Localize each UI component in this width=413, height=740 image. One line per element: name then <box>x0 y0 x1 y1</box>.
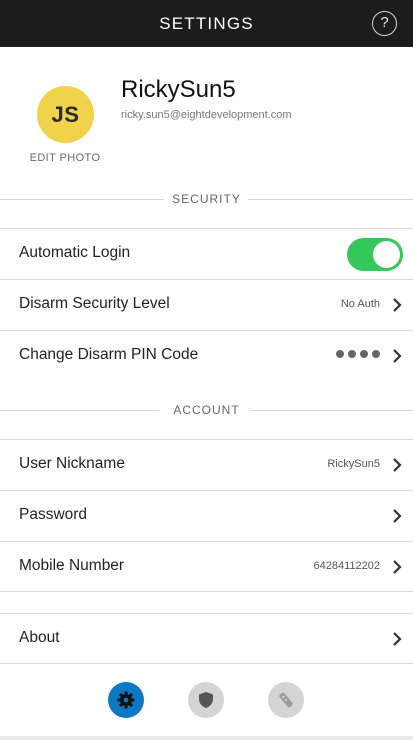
row-label: Mobile Number <box>19 557 125 574</box>
chevron-right-icon <box>393 458 402 472</box>
help-button[interactable]: ? <box>372 11 397 36</box>
row-label: Disarm Security Level <box>19 295 170 312</box>
tab-security[interactable] <box>188 682 224 718</box>
pin-dot <box>348 350 356 358</box>
pin-dot <box>372 350 380 358</box>
section-header-account: ACCOUNT <box>0 399 413 421</box>
row-value: No Auth <box>340 298 380 310</box>
row-label: Change Disarm PIN Code <box>19 346 199 363</box>
section-header-security: SECURITY <box>0 188 413 210</box>
row-label: Automatic Login <box>19 244 131 261</box>
chevron-right-icon <box>393 349 402 363</box>
username: RickySun5 <box>121 76 236 103</box>
avatar-initials: JS <box>51 102 80 127</box>
automatic-login-toggle[interactable] <box>347 238 403 271</box>
row-value: 64284112202 <box>313 560 380 572</box>
email: ricky.sun5@eightdevelopment.com <box>121 109 292 121</box>
row-label: User Nickname <box>19 455 125 472</box>
section-title: SECURITY <box>172 192 241 206</box>
shield-icon <box>199 692 213 708</box>
row-password[interactable]: Password <box>0 490 413 541</box>
tab-bar <box>0 664 413 740</box>
page-title: SETTINGS <box>159 14 254 33</box>
row-user-nickname[interactable]: User Nickname RickySun5 <box>0 439 413 490</box>
top-bar: SETTINGS ? <box>0 0 413 47</box>
section-title: ACCOUNT <box>173 403 240 417</box>
pin-dot <box>360 350 368 358</box>
row-disarm-security-level[interactable]: Disarm Security Level No Auth <box>0 279 413 330</box>
row-automatic-login: Automatic Login <box>0 228 413 279</box>
question-icon: ? <box>380 14 389 31</box>
row-value: RickySun5 <box>327 458 380 470</box>
row-about[interactable]: About <box>0 613 413 664</box>
row-label: Password <box>19 506 88 523</box>
row-mobile-number[interactable]: Mobile Number 64284112202 <box>0 541 413 592</box>
chevron-right-icon <box>393 632 402 646</box>
row-change-disarm-pin[interactable]: Change Disarm PIN Code <box>0 330 413 381</box>
chevron-right-icon <box>393 560 402 574</box>
chevron-right-icon <box>393 298 402 312</box>
gear-icon <box>117 691 135 709</box>
row-label: About <box>19 629 60 646</box>
toggle-knob <box>373 241 400 268</box>
pin-dots <box>336 350 380 358</box>
chevron-right-icon <box>393 509 402 523</box>
pin-dot <box>336 350 344 358</box>
tab-settings[interactable] <box>108 682 144 718</box>
bottom-strip <box>0 736 413 740</box>
tab-devices[interactable] <box>268 682 304 718</box>
remote-icon <box>279 692 293 708</box>
edit-photo-link[interactable]: EDIT PHOTO <box>25 152 105 164</box>
avatar[interactable]: JS <box>37 86 94 143</box>
